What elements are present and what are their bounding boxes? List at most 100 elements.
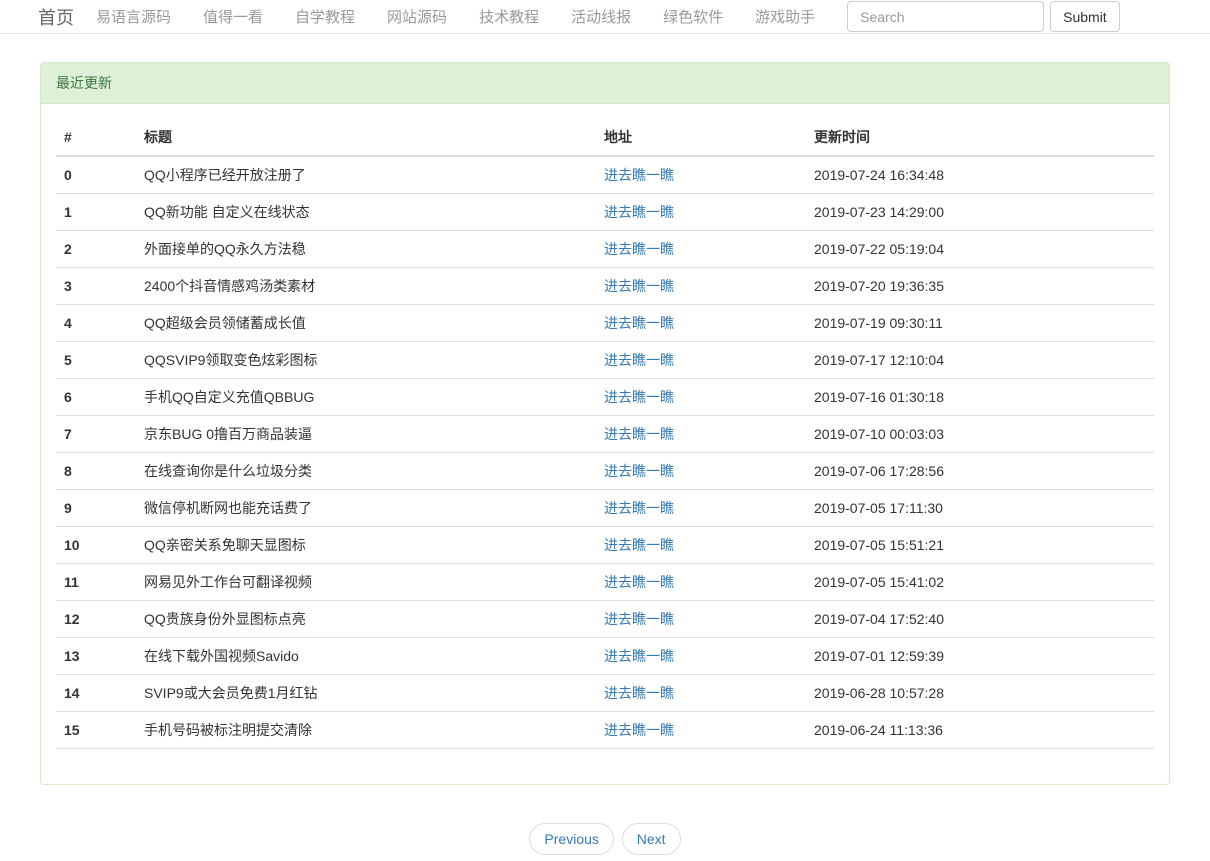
row-title: QQ新功能 自定义在线状态	[136, 194, 596, 231]
row-update-time: 2019-07-24 16:34:48	[806, 156, 1154, 194]
header-index: #	[56, 119, 136, 156]
nav-item-self-study-tutorials[interactable]: 自学教程	[295, 6, 355, 27]
row-update-time: 2019-07-01 12:59:39	[806, 638, 1154, 675]
row-index: 12	[56, 601, 136, 638]
row-title: 外面接单的QQ永久方法稳	[136, 231, 596, 268]
row-index: 7	[56, 416, 136, 453]
table-row: 9微信停机断网也能充话费了进去瞧一瞧2019-07-05 17:11:30	[56, 490, 1154, 527]
row-title: SVIP9或大会员免费1月红钻	[136, 675, 596, 712]
row-title: QQSVIP9领取变色炫彩图标	[136, 342, 596, 379]
nav-item-activity-news[interactable]: 活动线报	[571, 6, 631, 27]
row-link[interactable]: 进去瞧一瞧	[604, 500, 674, 516]
pager: Previous Next	[40, 823, 1170, 855]
row-index: 10	[56, 527, 136, 564]
row-address-cell: 进去瞧一瞧	[596, 712, 806, 749]
panel-title: 最近更新	[41, 63, 1169, 104]
row-link[interactable]: 进去瞧一瞧	[604, 574, 674, 590]
row-title: 在线下载外国视频Savido	[136, 638, 596, 675]
panel-body: # 标题 地址 更新时间 0QQ小程序已经开放注册了进去瞧一瞧2019-07-2…	[41, 104, 1169, 784]
row-address-cell: 进去瞧一瞧	[596, 156, 806, 194]
row-link[interactable]: 进去瞧一瞧	[604, 167, 674, 183]
row-index: 4	[56, 305, 136, 342]
search-form: Submit	[847, 1, 1120, 32]
row-index: 13	[56, 638, 136, 675]
row-link[interactable]: 进去瞧一瞧	[604, 685, 674, 701]
row-title: 在线查询你是什么垃圾分类	[136, 453, 596, 490]
row-update-time: 2019-07-20 19:36:35	[806, 268, 1154, 305]
row-index: 3	[56, 268, 136, 305]
row-update-time: 2019-07-22 05:19:04	[806, 231, 1154, 268]
table-row: 7京东BUG 0撸百万商品装逼进去瞧一瞧 2019-07-10 00:03:03	[56, 416, 1154, 453]
row-address-cell: 进去瞧一瞧	[596, 675, 806, 712]
row-link[interactable]: 进去瞧一瞧	[604, 278, 674, 294]
row-link[interactable]: 进去瞧一瞧	[604, 537, 674, 553]
nav-item-green-software[interactable]: 绿色软件	[663, 6, 723, 27]
row-title: QQ超级会员领储蓄成长值	[136, 305, 596, 342]
row-address-cell: 进去瞧一瞧	[596, 305, 806, 342]
row-index: 1	[56, 194, 136, 231]
row-link[interactable]: 进去瞧一瞧	[604, 241, 674, 257]
row-update-time: 2019-07-23 14:29:00	[806, 194, 1154, 231]
row-link[interactable]: 进去瞧一瞧	[604, 204, 674, 220]
row-address-cell: 进去瞧一瞧	[596, 231, 806, 268]
table-row: 13在线下载外国视频Savido 进去瞧一瞧 2019-07-01 12:59:39	[56, 638, 1154, 675]
row-update-time: 2019-07-04 17:52:40	[806, 601, 1154, 638]
nav-brand-home[interactable]: 首页	[38, 4, 74, 30]
row-address-cell: 进去瞧一瞧	[596, 564, 806, 601]
table-row: 2外面接单的QQ永久方法稳进去瞧一瞧 2019-07-22 05:19:04	[56, 231, 1154, 268]
row-address-cell: 进去瞧一瞧	[596, 379, 806, 416]
row-title: 手机号码被标注明提交清除	[136, 712, 596, 749]
row-title: 网易见外工作台可翻译视频	[136, 564, 596, 601]
table-row: 32400个抖音情感鸡汤类素材进去瞧一瞧2019-07-20 19:36:35	[56, 268, 1154, 305]
table-row: 0QQ小程序已经开放注册了进去瞧一瞧2019-07-24 16:34:48	[56, 156, 1154, 194]
table-row: 6手机QQ自定义充值QBBUG 进去瞧一瞧 2019-07-16 01:30:18	[56, 379, 1154, 416]
nav-item-game-helper[interactable]: 游戏助手	[755, 6, 815, 27]
row-link[interactable]: 进去瞧一瞧	[604, 611, 674, 627]
recent-updates-panel: 最近更新 # 标题 地址 更新时间 0QQ小程序已经开放注册了进去瞧一瞧2019…	[40, 62, 1170, 785]
row-index: 9	[56, 490, 136, 527]
row-update-time: 2019-07-19 09:30:11	[806, 305, 1154, 342]
submit-button[interactable]: Submit	[1050, 1, 1120, 32]
row-index: 6	[56, 379, 136, 416]
table-header-row: # 标题 地址 更新时间	[56, 119, 1154, 156]
row-link[interactable]: 进去瞧一瞧	[604, 315, 674, 331]
row-link[interactable]: 进去瞧一瞧	[604, 463, 674, 479]
row-link[interactable]: 进去瞧一瞧	[604, 722, 674, 738]
row-update-time: 2019-07-17 12:10:04	[806, 342, 1154, 379]
top-nav: 首页 易语言源码 值得一看 自学教程 网站源码 技术教程 活动线报 绿色软件 游…	[0, 0, 1210, 34]
row-link[interactable]: 进去瞧一瞧	[604, 426, 674, 442]
row-update-time: 2019-07-05 15:51:21	[806, 527, 1154, 564]
row-address-cell: 进去瞧一瞧	[596, 601, 806, 638]
row-index: 8	[56, 453, 136, 490]
row-update-time: 2019-07-10 00:03:03	[806, 416, 1154, 453]
header-update-time: 更新时间	[806, 119, 1154, 156]
row-title: 京东BUG 0撸百万商品装逼	[136, 416, 596, 453]
row-link[interactable]: 进去瞧一瞧	[604, 648, 674, 664]
nav-item-website-source[interactable]: 网站源码	[387, 6, 447, 27]
row-index: 2	[56, 231, 136, 268]
main-content: 最近更新 # 标题 地址 更新时间 0QQ小程序已经开放注册了进去瞧一瞧2019…	[40, 62, 1170, 855]
row-update-time: 2019-07-06 17:28:56	[806, 453, 1154, 490]
row-title: 微信停机断网也能充话费了	[136, 490, 596, 527]
table-row: 12QQ贵族身份外显图标点亮进去瞧一瞧2019-07-04 17:52:40	[56, 601, 1154, 638]
next-button[interactable]: Next	[622, 823, 681, 855]
table-row: 8在线查询你是什么垃圾分类进去瞧一瞧 2019-07-06 17:28:56	[56, 453, 1154, 490]
row-update-time: 2019-07-05 15:41:02	[806, 564, 1154, 601]
previous-button[interactable]: Previous	[529, 823, 613, 855]
row-title: 手机QQ自定义充值QBBUG	[136, 379, 596, 416]
header-address: 地址	[596, 119, 806, 156]
nav-item-worth-a-look[interactable]: 值得一看	[203, 6, 263, 27]
row-update-time: 2019-07-16 01:30:18	[806, 379, 1154, 416]
nav-item-tech-tutorials[interactable]: 技术教程	[479, 6, 539, 27]
row-address-cell: 进去瞧一瞧	[596, 638, 806, 675]
row-link[interactable]: 进去瞧一瞧	[604, 352, 674, 368]
table-row: 5QQSVIP9领取变色炫彩图标进去瞧一瞧 2019-07-17 12:10:04	[56, 342, 1154, 379]
table-row: 1QQ新功能 自定义在线状态进去瞧一瞧 2019-07-23 14:29:00	[56, 194, 1154, 231]
row-title: QQ亲密关系免聊天显图标	[136, 527, 596, 564]
row-link[interactable]: 进去瞧一瞧	[604, 389, 674, 405]
search-input[interactable]	[847, 1, 1044, 32]
row-update-time: 2019-06-24 11:13:36	[806, 712, 1154, 749]
row-index: 5	[56, 342, 136, 379]
table-row: 4QQ超级会员领储蓄成长值进去瞧一瞧 2019-07-19 09:30:11	[56, 305, 1154, 342]
nav-item-yiyuyan-source[interactable]: 易语言源码	[96, 6, 171, 27]
